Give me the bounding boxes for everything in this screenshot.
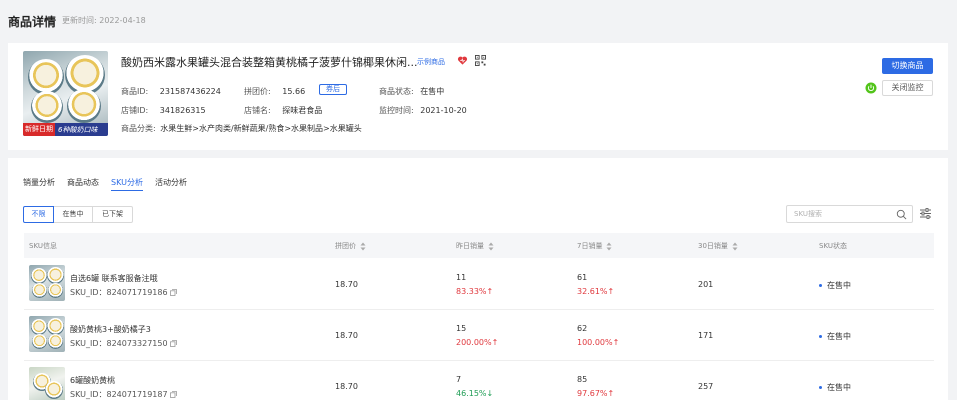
sku-thumbnail[interactable] <box>29 316 65 352</box>
sort-icon[interactable] <box>360 242 366 251</box>
shop-id: 店铺ID: 341826315 <box>121 106 206 115</box>
product-title[interactable]: 酸奶西米露水果罐头混合装整箱黄桃橘子菠萝什锦椰果休闲... <box>121 54 418 70</box>
sku-name: 自选6罐 联系客服备注哦 <box>70 274 158 283</box>
yesterday-change: 46.15%↓ <box>456 389 494 398</box>
coupon-badge: 券后 <box>319 84 347 95</box>
close-monitor-button[interactable]: 关闭监控 <box>882 80 933 96</box>
sku-search-input[interactable] <box>788 207 892 221</box>
image-tag-left: 新鲜日期 <box>23 123 55 136</box>
copy-icon[interactable] <box>169 391 177 398</box>
product-image[interactable]: 新鲜日期 6种酸奶口味 <box>23 51 108 136</box>
top-bar: 商品详情 更新时间: 2022-04-18 <box>0 0 957 40</box>
monitor-time: 监控时间: 2021-10-20 <box>379 106 467 115</box>
week-change: 97.67%↑ <box>577 389 615 398</box>
sku-thumbnail[interactable] <box>29 265 65 301</box>
sku-name: 6罐酸奶黄桃 <box>70 376 116 385</box>
sku-id: SKU_ID：824073327150 <box>70 338 177 349</box>
qr-code-icon[interactable] <box>475 55 486 66</box>
week-change: 32.61%↑ <box>577 287 615 296</box>
product-id: 商品ID: 231587436224 <box>121 87 221 96</box>
power-icon[interactable] <box>865 82 877 94</box>
active-tab-indicator <box>111 190 143 191</box>
analysis-card: 销量分析 商品动态 SKU分析 活动分析 不限 在售中 已下架 SKU信息 拼团… <box>8 158 948 400</box>
yesterday-sales: 15 <box>456 324 467 333</box>
week-change: 100.00%↑ <box>577 338 620 347</box>
table-row: 自选6罐 联系客服备注哦 SKU_ID：824071719186 18.70 1… <box>24 259 934 310</box>
month-sales: 257 <box>698 382 714 391</box>
page-title: 商品详情 <box>8 15 57 29</box>
filter-on-sale[interactable]: 在售中 <box>53 206 93 223</box>
sku-status: 在售中 <box>819 382 851 393</box>
product-category: 商品分类: 水果生鲜>水产肉类/新鲜蔬果/熟食>水果制品>水果罐头 <box>121 124 362 133</box>
table-row: 6罐酸奶黄桃 SKU_ID：824071719187 18.70 7 46.15… <box>24 361 934 400</box>
status-dot <box>819 284 822 287</box>
product-status: 商品状态: 在售中 <box>379 87 445 96</box>
month-sales: 171 <box>698 331 714 340</box>
heart-icon[interactable] <box>457 55 468 66</box>
search-icon[interactable] <box>896 209 907 220</box>
sort-icon[interactable] <box>606 242 612 251</box>
sku-thumbnail[interactable] <box>29 367 65 400</box>
status-dot <box>819 386 822 389</box>
table-row: 酸奶黄桃3+酸奶橘子3 SKU_ID：824073327150 18.70 15… <box>24 310 934 361</box>
week-sales: 85 <box>577 375 588 384</box>
filter-all[interactable]: 不限 <box>23 206 54 223</box>
yesterday-change: 83.33%↑ <box>456 287 494 296</box>
sku-id: SKU_ID：824071719187 <box>70 389 177 400</box>
tab-sales-analysis[interactable]: 销量分析 <box>23 177 55 188</box>
can-graphic <box>28 59 64 95</box>
header-group-price[interactable]: 拼团价 <box>335 241 366 251</box>
header-sku-status: SKU状态 <box>819 242 847 250</box>
tab-sku-analysis[interactable]: SKU分析 <box>111 177 143 188</box>
tab-activity-analysis[interactable]: 活动分析 <box>155 177 187 188</box>
header-yesterday-sales[interactable]: 昨日销量 <box>456 241 494 251</box>
can-graphic <box>31 91 63 123</box>
sku-status: 在售中 <box>819 331 851 342</box>
copy-icon[interactable] <box>169 340 177 347</box>
update-time: 更新时间: 2022-04-18 <box>62 16 146 25</box>
product-card: 新鲜日期 6种酸奶口味 酸奶西米露水果罐头混合装整箱黄桃橘子菠萝什锦椰果休闲..… <box>8 43 948 150</box>
filter-off-shelf[interactable]: 已下架 <box>92 206 133 223</box>
group-price-cell: 18.70 <box>335 280 358 289</box>
copy-icon[interactable] <box>169 289 177 296</box>
group-price-cell: 18.70 <box>335 382 358 391</box>
sku-id: SKU_ID：824071719186 <box>70 287 177 298</box>
yesterday-sales: 7 <box>456 375 462 384</box>
yesterday-sales: 11 <box>456 273 467 282</box>
can-graphic <box>67 89 101 123</box>
header-sku-info: SKU信息 <box>29 242 57 250</box>
shop-name: 店铺名: 探味君食品 <box>244 106 323 115</box>
header-30day-sales[interactable]: 30日销量 <box>698 241 738 251</box>
image-tag-right: 6种酸奶口味 <box>58 125 98 134</box>
week-sales: 62 <box>577 324 588 333</box>
month-sales: 201 <box>698 280 714 289</box>
switch-product-button[interactable]: 切换商品 <box>882 58 933 74</box>
demo-product-link[interactable]: 示例商品 <box>417 57 445 67</box>
group-price: 拼团价: 15.66 <box>244 87 306 96</box>
yesterday-change: 200.00%↑ <box>456 338 499 347</box>
sort-icon[interactable] <box>732 242 738 251</box>
sku-name: 酸奶黄桃3+酸奶橘子3 <box>70 325 151 334</box>
sort-icon[interactable] <box>488 242 494 251</box>
sku-status: 在售中 <box>819 280 851 291</box>
table-header: SKU信息 拼团价 昨日销量 7日销量 30日销量 SKU状态 <box>24 233 934 258</box>
image-tag: 新鲜日期 6种酸奶口味 <box>23 123 108 136</box>
sku-search-box <box>786 205 913 223</box>
week-sales: 61 <box>577 273 588 282</box>
status-dot <box>819 335 822 338</box>
group-price-cell: 18.70 <box>335 331 358 340</box>
column-settings-icon[interactable] <box>919 207 932 220</box>
header-7day-sales[interactable]: 7日销量 <box>577 241 612 251</box>
tab-product-dynamics[interactable]: 商品动态 <box>67 177 99 188</box>
